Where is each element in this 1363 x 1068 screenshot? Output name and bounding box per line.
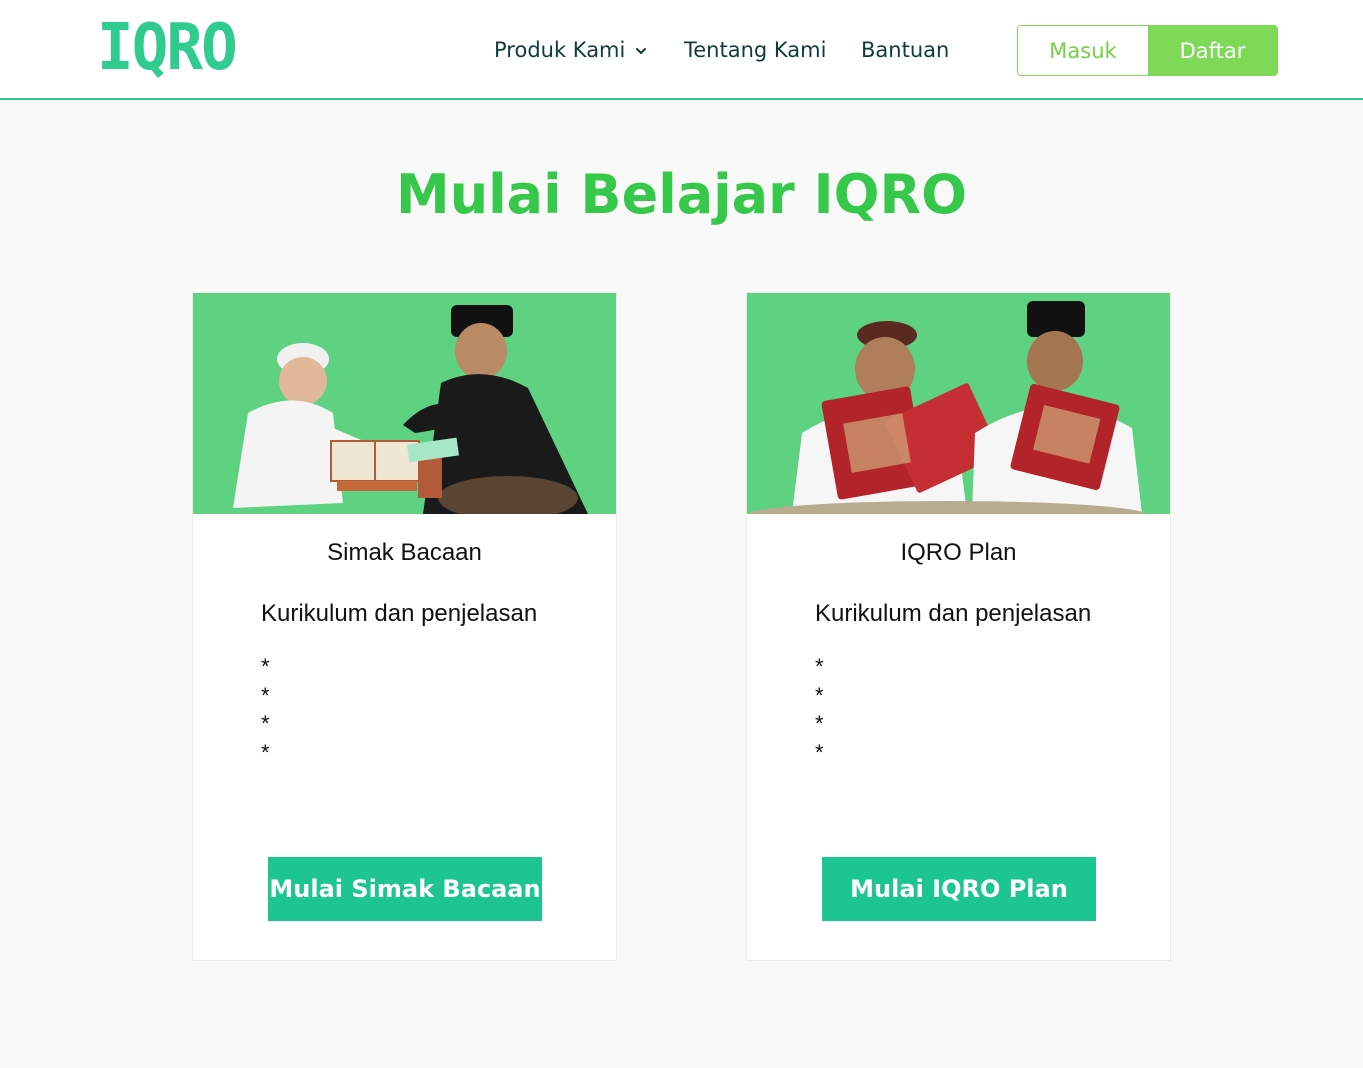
list-item: * (815, 682, 824, 708)
register-button[interactable]: Daftar (1148, 26, 1277, 75)
nav-produk-kami[interactable]: Produk Kami (494, 36, 649, 64)
card-bullet-list: * * * * (815, 653, 824, 767)
start-simak-bacaan-button[interactable]: Mulai Simak Bacaan (268, 857, 542, 921)
start-iqro-plan-button[interactable]: Mulai IQRO Plan (822, 857, 1096, 921)
list-item: * (261, 682, 270, 708)
card-image (193, 293, 616, 514)
list-item: * (261, 739, 270, 765)
auth-buttons: Masuk Daftar (1017, 25, 1278, 76)
card-bullet-list: * * * * (261, 653, 270, 767)
login-button[interactable]: Masuk (1018, 26, 1148, 75)
nav-bantuan[interactable]: Bantuan (861, 36, 949, 64)
navbar: IQRO Produk Kami Tentang Kami Bantuan Ma… (0, 0, 1363, 100)
card-image (747, 293, 1170, 514)
product-card-simak-bacaan: Simak Bacaan Kurikulum dan penjelasan * … (192, 292, 617, 961)
list-item: * (261, 654, 270, 679)
card-subtitle: Kurikulum dan penjelasan (815, 600, 1092, 627)
logo[interactable]: IQRO (97, 13, 238, 83)
card-title: Simak Bacaan (327, 539, 482, 566)
boy-and-teacher-reading-image (193, 293, 616, 514)
nav-produk-kami-label: Produk Kami (494, 38, 626, 62)
list-item: * (815, 739, 824, 765)
two-boys-reading-image (747, 293, 1170, 514)
chevron-down-icon (636, 48, 647, 54)
list-item: * (815, 654, 824, 679)
product-card-iqro-plan: IQRO Plan Kurikulum dan penjelasan * * *… (746, 292, 1171, 961)
nav-tentang-kami[interactable]: Tentang Kami (684, 36, 826, 64)
card-title: IQRO Plan (900, 539, 1017, 566)
page-title: Mulai Belajar IQRO (395, 163, 968, 226)
list-item: * (261, 711, 270, 736)
card-subtitle: Kurikulum dan penjelasan (261, 600, 538, 627)
list-item: * (815, 711, 824, 736)
